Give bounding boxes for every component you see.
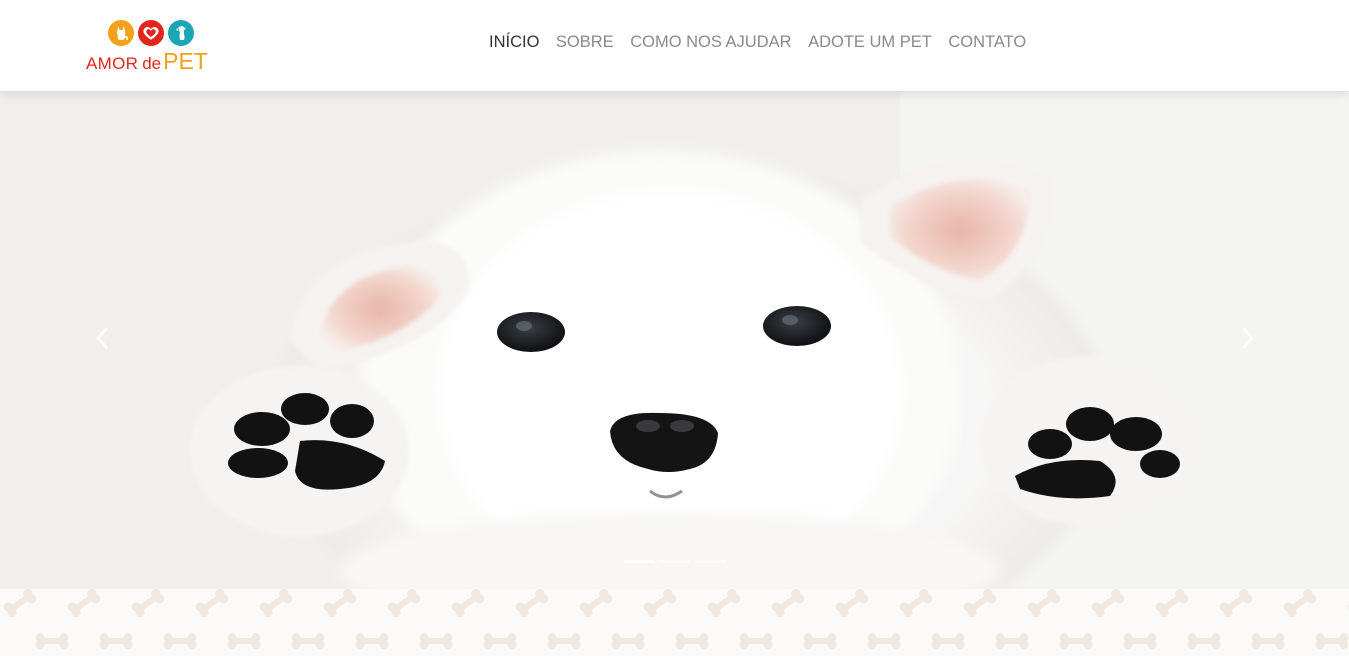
- bone-icon: [163, 633, 197, 649]
- main-nav: INÍCIO SOBRE COMO NOS AJUDAR ADOTE UM PE…: [489, 33, 1043, 52]
- bone-icon: [451, 589, 485, 618]
- bone-icon: [387, 589, 421, 618]
- logo-word-de: de: [142, 54, 162, 73]
- bone-icon: [1091, 589, 1125, 618]
- bone-icon: [899, 589, 933, 618]
- bone-icon: [1315, 633, 1349, 649]
- chevron-right-icon: [1242, 327, 1254, 349]
- bone-icon: [419, 633, 453, 649]
- bone-icon: [1219, 589, 1253, 618]
- bone-icon: [611, 633, 645, 649]
- bone-icon: [995, 633, 1029, 649]
- chevron-left-icon: [96, 327, 108, 349]
- logo-word-amor: AMOR: [86, 54, 139, 73]
- bone-icon: [515, 589, 549, 618]
- carousel-slide-image: [0, 91, 1349, 589]
- bone-icon: [707, 589, 741, 618]
- bone-icon: [675, 633, 709, 649]
- carousel-indicator-1[interactable]: [624, 560, 654, 563]
- carousel-indicator-2[interactable]: [660, 560, 690, 563]
- logo-wordmark: AMOR dePET: [86, 48, 208, 75]
- bone-icon: [1283, 589, 1317, 618]
- bone-icon: [99, 633, 133, 649]
- bone-icon: [1123, 633, 1157, 649]
- bone-icon: [3, 589, 37, 618]
- bone-icon: [483, 633, 517, 649]
- carousel-indicator-3[interactable]: [696, 560, 726, 563]
- nav-item-sobre[interactable]: SOBRE: [556, 33, 614, 52]
- bone-icon: [771, 589, 805, 618]
- bone-icon: [67, 589, 101, 618]
- bone-pattern: [3, 589, 1349, 649]
- carousel-prev-button[interactable]: [90, 323, 114, 353]
- hero-carousel: [0, 91, 1349, 589]
- bone-icon: [1187, 633, 1221, 649]
- logo-word-pet: PET: [163, 48, 208, 74]
- bone-icon: [1155, 589, 1189, 618]
- bone-icon: [803, 633, 837, 649]
- bone-icon: [963, 589, 997, 618]
- bone-icon: [131, 589, 165, 618]
- bone-icon: [227, 633, 261, 649]
- bone-icon: [291, 633, 325, 649]
- heart-icon: [138, 20, 164, 46]
- bone-icon: [1059, 633, 1093, 649]
- nav-item-contato[interactable]: CONTATO: [948, 33, 1026, 52]
- bone-icon: [867, 633, 901, 649]
- bone-pattern-section: [0, 589, 1349, 656]
- bone-icon: [195, 589, 229, 618]
- bone-icon: [739, 633, 773, 649]
- bone-icon: [1027, 589, 1061, 618]
- nav-item-como-nos-ajudar[interactable]: COMO NOS AJUDAR: [630, 33, 791, 52]
- bone-icon: [931, 633, 965, 649]
- nav-item-adote-um-pet[interactable]: ADOTE UM PET: [808, 33, 932, 52]
- bone-icon: [35, 633, 69, 649]
- carousel-indicators: [624, 560, 732, 563]
- bone-icon: [1251, 633, 1285, 649]
- bone-icon: [835, 589, 869, 618]
- bone-icon: [323, 589, 357, 618]
- site-header: AMOR dePET INÍCIO SOBRE COMO NOS AJUDAR A…: [0, 0, 1349, 91]
- brand-logo[interactable]: AMOR dePET: [86, 20, 226, 74]
- dog-icon: [168, 20, 194, 46]
- nav-item-inicio[interactable]: INÍCIO: [489, 33, 539, 52]
- bone-icon: [259, 589, 293, 618]
- cat-icon: [108, 20, 134, 46]
- carousel-next-button[interactable]: [1236, 323, 1260, 353]
- bone-icon: [643, 589, 677, 618]
- bone-icon: [547, 633, 581, 649]
- bone-icon: [579, 589, 613, 618]
- bone-icon: [355, 633, 389, 649]
